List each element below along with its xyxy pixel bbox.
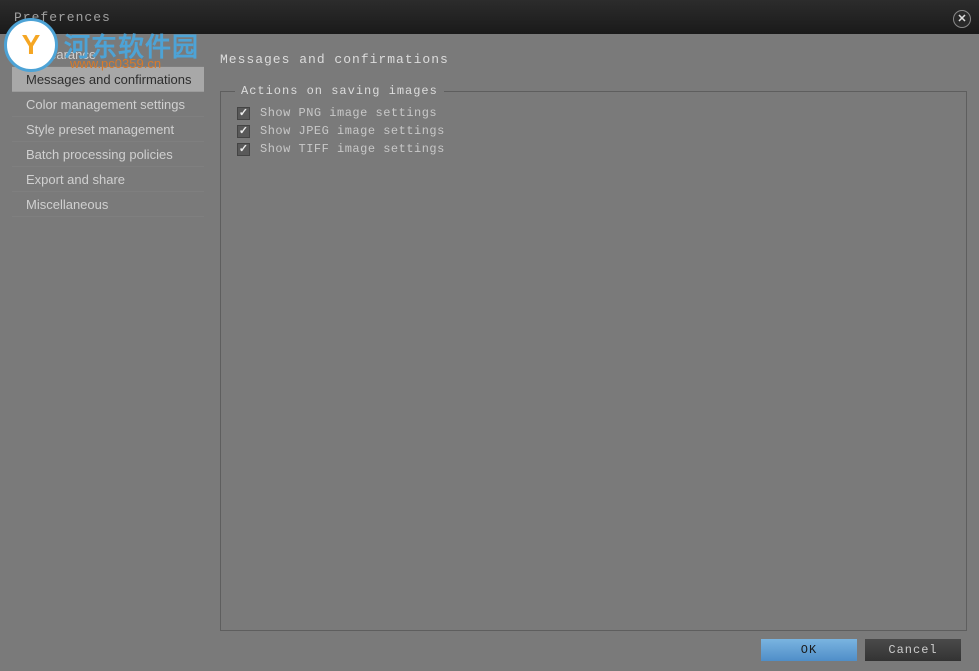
ok-button[interactable]: OK bbox=[761, 639, 857, 661]
sidebar: Appearance Messages and confirmations Co… bbox=[12, 42, 204, 631]
close-icon: ✕ bbox=[957, 14, 966, 25]
fieldset-legend: Actions on saving images bbox=[235, 84, 444, 98]
fieldset-actions-saving: Actions on saving images Show PNG image … bbox=[220, 91, 967, 631]
sidebar-item-export-share[interactable]: Export and share bbox=[12, 167, 204, 192]
checkbox-label-png[interactable]: Show PNG image settings bbox=[260, 106, 437, 120]
checkbox-label-jpeg[interactable]: Show JPEG image settings bbox=[260, 124, 445, 138]
title-bar: Preferences ✕ bbox=[0, 0, 979, 34]
content-title: Messages and confirmations bbox=[220, 52, 967, 67]
checkbox-png[interactable] bbox=[237, 107, 250, 120]
checkbox-row-png: Show PNG image settings bbox=[237, 104, 950, 122]
checkbox-row-jpeg: Show JPEG image settings bbox=[237, 122, 950, 140]
content-area: Messages and confirmations Actions on sa… bbox=[204, 42, 967, 631]
sidebar-item-messages[interactable]: Messages and confirmations bbox=[12, 67, 204, 92]
checkbox-label-tiff[interactable]: Show TIFF image settings bbox=[260, 142, 445, 156]
main-content: Appearance Messages and confirmations Co… bbox=[0, 34, 979, 631]
sidebar-item-appearance[interactable]: Appearance bbox=[12, 42, 204, 67]
sidebar-item-batch-processing[interactable]: Batch processing policies bbox=[12, 142, 204, 167]
checkbox-row-tiff: Show TIFF image settings bbox=[237, 140, 950, 158]
sidebar-item-miscellaneous[interactable]: Miscellaneous bbox=[12, 192, 204, 217]
close-button[interactable]: ✕ bbox=[953, 10, 971, 28]
sidebar-item-color-management[interactable]: Color management settings bbox=[12, 92, 204, 117]
cancel-button[interactable]: Cancel bbox=[865, 639, 961, 661]
window-title: Preferences bbox=[14, 10, 111, 25]
checkbox-tiff[interactable] bbox=[237, 143, 250, 156]
button-row: OK Cancel bbox=[761, 639, 961, 661]
sidebar-item-style-preset[interactable]: Style preset management bbox=[12, 117, 204, 142]
checkbox-jpeg[interactable] bbox=[237, 125, 250, 138]
